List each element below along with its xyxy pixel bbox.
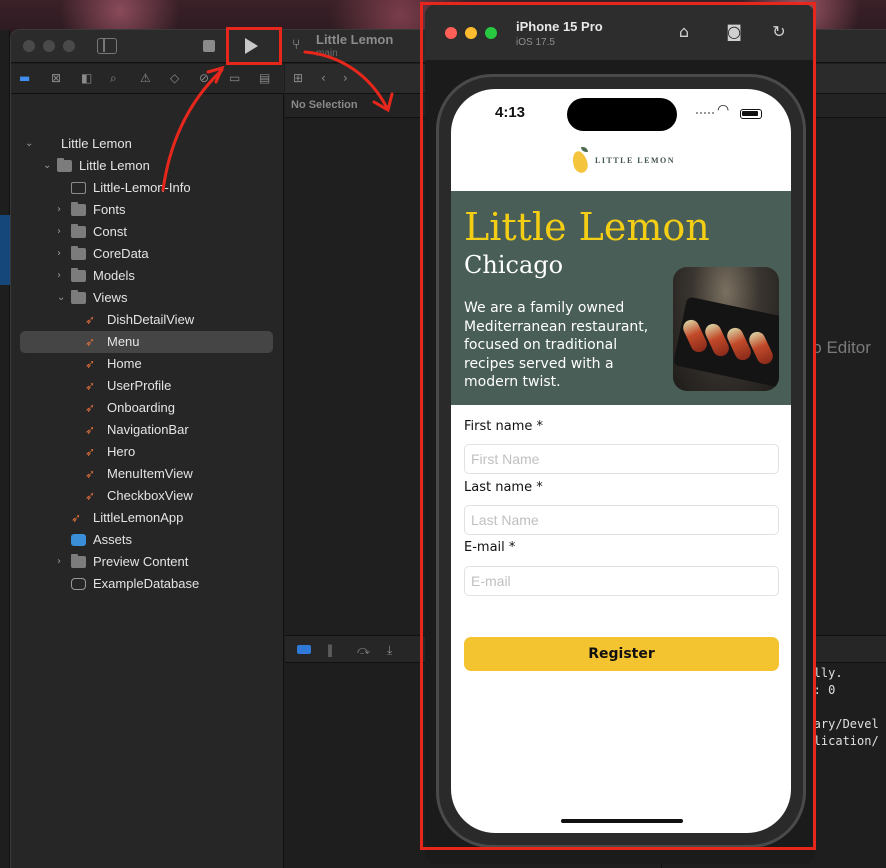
- annotation-arrows: [161, 50, 394, 192]
